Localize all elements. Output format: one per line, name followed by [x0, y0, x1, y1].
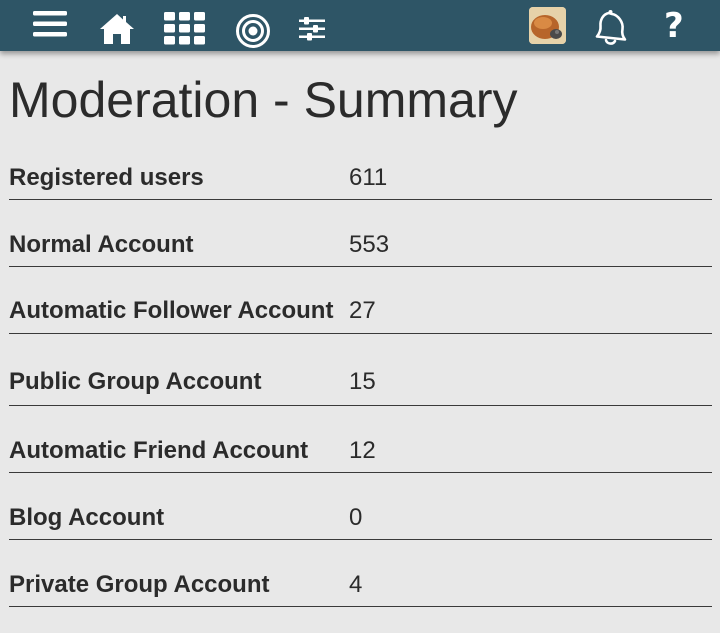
stat-row-private-group-account: Private Group Account 4: [9, 565, 712, 607]
stat-row-automatic-follower-account: Automatic Follower Account 27: [9, 291, 712, 334]
menu-icon[interactable]: [33, 10, 67, 38]
stat-row-blog-account: Blog Account 0: [9, 498, 712, 540]
stat-value: 0: [349, 504, 363, 531]
stat-value: 27: [349, 297, 376, 324]
sliders-icon[interactable]: [299, 17, 327, 41]
stat-label: Blog Account: [9, 504, 165, 531]
home-icon[interactable]: [99, 13, 135, 45]
help-icon[interactable]: ?: [664, 8, 684, 44]
stat-value: 4: [349, 571, 363, 598]
stat-row-normal-account: Normal Account 553: [9, 225, 712, 267]
target-icon[interactable]: [235, 13, 271, 49]
stat-value: 611: [349, 164, 388, 191]
stat-label: Automatic Follower Account: [9, 297, 334, 324]
top-navigation-bar: ?: [0, 0, 720, 51]
stat-row-automatic-friend-account: Automatic Friend Account 12: [9, 431, 712, 473]
stat-value: 12: [349, 437, 376, 464]
stat-row-public-group-account: Public Group Account 15: [9, 364, 712, 406]
stat-label: Private Group Account: [9, 571, 270, 598]
stat-label: Public Group Account: [9, 368, 262, 395]
stat-label: Normal Account: [9, 231, 194, 258]
stat-label: Automatic Friend Account: [9, 437, 309, 464]
bell-icon[interactable]: [594, 9, 632, 47]
stat-value: 553: [349, 231, 390, 258]
avatar[interactable]: [529, 7, 566, 44]
grid-icon[interactable]: [164, 12, 206, 45]
stat-value: 15: [349, 368, 376, 395]
stat-label: Registered users: [9, 164, 204, 191]
stat-row-registered-users: Registered users 611: [9, 158, 712, 200]
page-title: Moderation - Summary: [9, 72, 518, 128]
